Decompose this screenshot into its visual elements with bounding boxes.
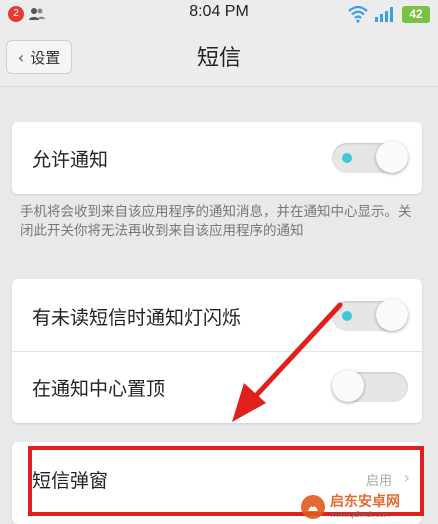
watermark-text: 启东安卓网 www.qdlmdt.com [330,495,400,519]
page-title: 短信 [196,46,241,71]
pin-top-row[interactable]: 在通知中心置顶 [12,352,422,422]
notification-description: 手机将会收到来自该应用程序的通知消息，并在通知中心显示。关闭此开关你将无法再收到… [20,204,412,239]
allow-notifications-card: 允许通知 [12,122,422,194]
notification-options-card: 有未读短信时通知灯闪烁 在通知中心置顶 [12,279,422,423]
toggle-on-indicator [342,153,352,163]
toggle-knob [332,370,364,402]
watermark: 启东安卓网 www.qdlmdt.com [300,490,438,524]
allow-notifications-toggle[interactable] [332,141,408,173]
toggle-knob [376,141,408,173]
battery-indicator: 42 [402,6,430,23]
wifi-icon [348,5,368,23]
pin-top-toggle[interactable] [332,370,408,402]
toggle-on-indicator [342,311,352,321]
pin-top-label: 在通知中心置顶 [32,378,166,400]
watermark-main: 启东安卓网 [330,494,400,510]
watermark-logo-icon [301,495,325,519]
status-bar: 2 8:04 PM 42 [0,0,438,28]
allow-notifications-label: 允许通知 [32,149,109,171]
nav-header: ‹ 设置 短信 [0,28,438,87]
signal-icon [375,7,393,22]
allow-notifications-row[interactable]: 允许通知 [12,123,422,193]
led-blink-toggle[interactable] [332,299,408,331]
toggle-knob [376,299,408,331]
status-time: 8:04 PM [189,3,249,20]
led-blink-row[interactable]: 有未读短信时通知灯闪烁 [12,281,422,351]
watermark-sub: www.qdlmdt.com [330,510,391,519]
led-blink-label: 有未读短信时通知灯闪烁 [32,307,242,329]
